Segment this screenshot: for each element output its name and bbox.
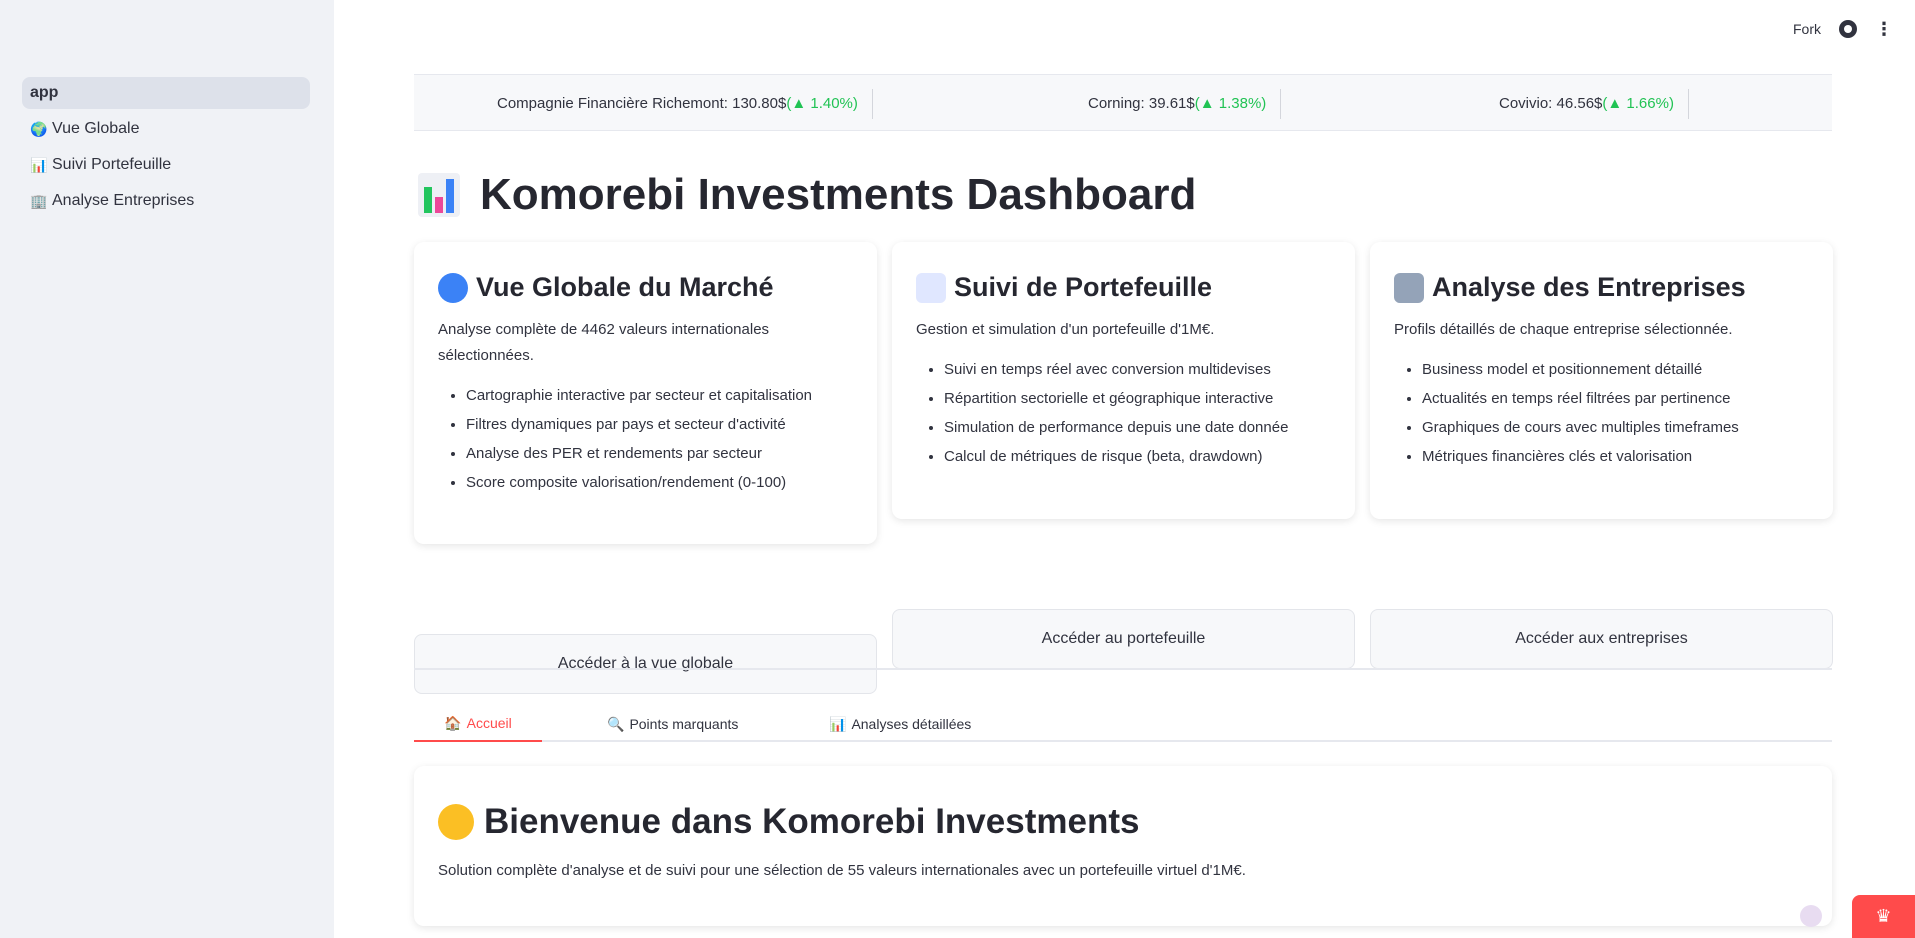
header-toolbar: Fork ⋮ [1793,20,1893,38]
tab-bar: 🏠 Accueil 🔍 Points marquants 📊 Analyses … [414,706,1832,742]
bar-chart-icon: 📊 [829,715,847,732]
assistant-icon[interactable] [1800,905,1822,927]
main-content: Compagnie Financière Richemont: 130.80$ … [414,74,1833,926]
ticker-separator [1280,88,1282,119]
list-item: Graphiques de cours avec multiples timef… [1422,413,1809,442]
card-description: Analyse complète de 4462 valeurs interna… [438,321,770,364]
goto-portefeuille-button[interactable]: Accéder au portefeuille [892,609,1355,669]
ticker-text: Covivio: 46.56$ [1499,95,1603,112]
waving-hand-icon [438,804,474,840]
sidebar-nav: app 🌍 Vue Globale 📊 Suivi Portefeuille 🏢… [22,77,310,221]
ticker-change: (▲ 1.40%) [786,95,858,112]
office-building-icon: 🏢 [30,192,48,209]
list-item: Cartographie interactive par secteur et … [466,381,853,410]
tab-label: Analyses détaillées [851,716,972,732]
house-icon: 🏠 [444,714,462,731]
card-title-text: Analyse des Entreprises [1432,272,1746,302]
ticker-item: Covivio: 46.56$ (▲ 1.66%) [1499,75,1689,132]
sidebar-item-suivi-portefeuille[interactable]: 📊 Suivi Portefeuille [22,149,310,181]
ticker-change: (▲ 1.38%) [1194,95,1267,112]
github-icon[interactable] [1839,20,1857,38]
card-description: Profils détaillés de chaque entreprise s… [1394,321,1733,338]
office-building-icon [1394,272,1424,303]
page-title: Komorebi Investments Dashboard [418,170,1196,220]
list-item: Analyse des PER et rendements par secteu… [466,439,853,468]
goto-vue-globale-button[interactable]: Accéder à la vue globale [414,634,877,694]
card-title-text: Vue Globale du Marché [476,272,774,302]
stock-ticker: Compagnie Financière Richemont: 130.80$ … [414,74,1832,131]
main-menu-icon[interactable]: ⋮ [1875,20,1893,38]
ticker-separator [871,88,873,119]
card-feature-list: Cartographie interactive par secteur et … [438,381,853,497]
card-feature-list: Business model et positionnement détaill… [1394,355,1809,471]
welcome-text: Solution complète d'analyse et de suivi … [438,862,1246,879]
goto-entreprises-button[interactable]: Accéder aux entreprises [1370,609,1833,669]
list-item: Actualités en temps réel filtrées par pe… [1422,384,1809,413]
ticker-text: Compagnie Financière Richemont: 130.80$ [497,95,787,112]
magnifier-icon: 🔍 [607,715,625,732]
card-analyse-entreprises: Analyse des Entreprises Profils détaillé… [1370,242,1833,519]
list-item: Répartition sectorielle et géographique … [944,384,1331,413]
ticker-separator [1687,88,1689,119]
sidebar-item-label: Suivi Portefeuille [52,156,172,173]
card-description: Gestion et simulation d'un portefeuille … [916,321,1215,338]
list-item: Simulation de performance depuis une dat… [944,413,1331,442]
list-item: Filtres dynamiques par pays et secteur d… [466,410,853,439]
sidebar-item-label: app [30,84,59,101]
tab-points-marquants[interactable]: 🔍 Points marquants [607,706,738,742]
sidebar-item-app[interactable]: app [22,77,310,109]
page-title-text: Komorebi Investments Dashboard [480,170,1197,219]
fork-button[interactable]: Fork [1793,21,1821,37]
sidebar-item-label: Vue Globale [52,120,140,137]
sidebar-item-label: Analyse Entreprises [52,192,195,209]
ticker-item: Corning: 39.61$ (▲ 1.38%) [1088,75,1282,132]
list-item: Suivi en temps réel avec conversion mult… [944,355,1331,384]
card-feature-list: Suivi en temps réel avec conversion mult… [916,355,1331,471]
welcome-card: Bienvenue dans Komorebi Investments Solu… [414,766,1832,926]
ticker-change: (▲ 1.66%) [1602,95,1674,112]
sidebar-item-analyse-entreprises[interactable]: 🏢 Analyse Entreprises [22,185,310,217]
card-title: Vue Globale du Marché [438,272,853,303]
sidebar: app 🌍 Vue Globale 📊 Suivi Portefeuille 🏢… [0,0,334,938]
card-title-text: Suivi de Portefeuille [954,272,1213,302]
card-vue-globale: Vue Globale du Marché Analyse complète d… [414,242,877,544]
tab-label: Points marquants [629,716,739,732]
card-title: Analyse des Entreprises [1394,272,1809,303]
globe-icon: 🌍 [30,120,48,137]
list-item: Métriques financières clés et valorisati… [1422,442,1809,471]
welcome-title: Bienvenue dans Komorebi Investments [438,802,1808,842]
tab-analyses-detaillees[interactable]: 📊 Analyses détaillées [829,706,971,742]
sidebar-item-vue-globale[interactable]: 🌍 Vue Globale [22,113,310,145]
tab-label: Accueil [466,715,512,731]
list-item: Business model et positionnement détaill… [1422,355,1809,384]
ticker-text: Corning: 39.61$ [1088,95,1195,112]
bar-chart-icon: 📊 [30,156,48,173]
streamlit-crown-icon[interactable]: ♛ [1852,895,1915,938]
list-item: Score composite valorisation/rendement (… [466,468,853,497]
divider [414,668,1832,670]
card-title: Suivi de Portefeuille [916,272,1331,303]
welcome-title-text: Bienvenue dans Komorebi Investments [484,802,1140,841]
card-suivi-portefeuille: Suivi de Portefeuille Gestion et simulat… [892,242,1355,519]
tab-accueil[interactable]: 🏠 Accueil [414,706,542,742]
globe-icon [438,272,468,303]
chart-increasing-icon [916,272,946,303]
bar-chart-icon [418,173,460,217]
ticker-item: Compagnie Financière Richemont: 130.80$ … [497,75,873,132]
list-item: Calcul de métriques de risque (beta, dra… [944,442,1331,471]
